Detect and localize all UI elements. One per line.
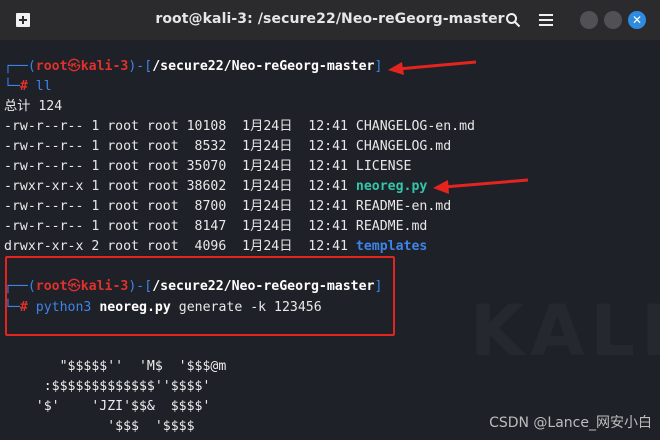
ascii-art-line: '$$$ '$$$$: [4, 419, 195, 434]
menu-icon[interactable]: [535, 9, 557, 31]
maximize-button[interactable]: [604, 11, 622, 29]
arrow-neoreg-annotation: [433, 178, 529, 194]
close-button[interactable]: ✕: [628, 11, 646, 29]
minimize-button[interactable]: [580, 11, 598, 29]
ascii-art-line: "$$$$$'' 'M$ '$$$@m: [4, 359, 227, 374]
terminal-area[interactable]: KALI ┌──(root㉿kali-3)-[/secure22/Neo-reG…: [0, 40, 660, 440]
close-icon: ✕: [631, 13, 643, 27]
window-title: root@kali-3: /secure22/Neo-reGeorg-maste…: [155, 11, 505, 27]
watermark: CSDN @Lance_网安小白: [489, 415, 652, 431]
arrow-path-annotation: [388, 60, 477, 75]
title-bar: root@kali-3: /secure22/Neo-reGeorg-maste…: [0, 0, 660, 40]
search-icon[interactable]: [502, 9, 524, 31]
ascii-art-line: '$' 'JZI'$$& $$$$': [4, 399, 211, 414]
ascii-art-line: :$$$$$$$$$$$$$''$$$$': [4, 379, 211, 394]
